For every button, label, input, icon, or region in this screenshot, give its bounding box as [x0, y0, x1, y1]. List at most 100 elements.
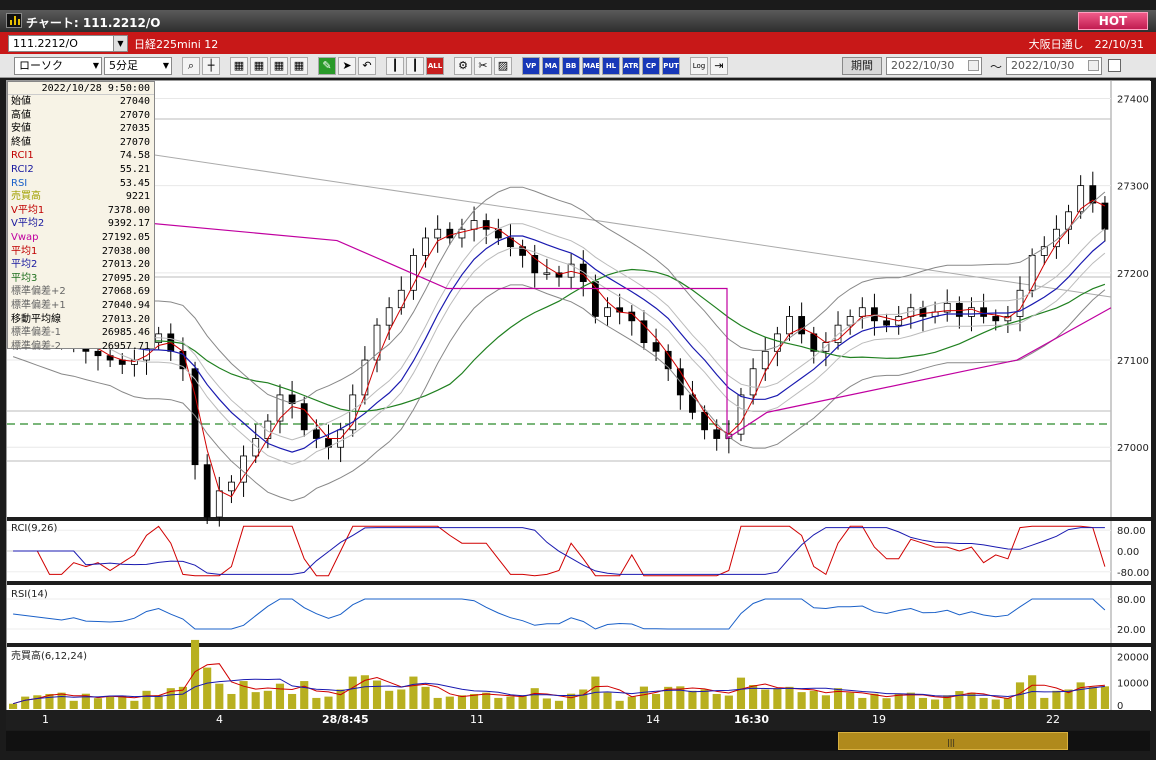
volume-bar [348, 676, 357, 709]
info-value: 53.45 [119, 177, 150, 189]
info-key: 標準偏差-2 [11, 340, 61, 352]
date-to-field[interactable]: 2022/10/30 [1006, 57, 1102, 75]
candle-body [786, 316, 793, 335]
vp-icon[interactable]: VP [522, 57, 540, 75]
ma-icon[interactable]: MA [542, 57, 560, 75]
candle-body [992, 316, 1000, 322]
volume-bar [227, 693, 236, 709]
interval-select[interactable]: 5分足 ▼ [104, 57, 172, 75]
volume-bar [785, 686, 794, 709]
volume-bar [639, 686, 648, 709]
settings-icon[interactable]: ⚙ [454, 57, 472, 75]
tool-icon[interactable]: ▦ [270, 57, 288, 75]
info-value: 26957.71 [101, 340, 150, 352]
info-value: 27038.00 [101, 245, 150, 257]
candle-icon[interactable]: ┃ [386, 57, 404, 75]
export-icon[interactable]: ⇥ [710, 57, 728, 75]
mae-icon[interactable]: MAE [582, 57, 600, 75]
undo-icon[interactable]: ↶ [358, 57, 376, 75]
volume-bar [542, 698, 551, 709]
hl-icon[interactable]: HL [602, 57, 620, 75]
crosshair-icon[interactable]: ┼ [202, 57, 220, 75]
volume-bar [1003, 698, 1012, 709]
candle-body [458, 228, 466, 239]
volume-bar [688, 690, 697, 709]
info-key: RSI [11, 177, 28, 189]
candle-icon[interactable]: ┃ [406, 57, 424, 75]
volume-bar [724, 695, 733, 709]
info-value: 9221 [125, 191, 150, 203]
volume-axis-label: 20000 [1117, 652, 1149, 663]
price-axis-label: 27000 [1117, 443, 1149, 454]
pen-icon[interactable]: ✎ [318, 57, 336, 75]
date-from-value: 2022/10/30 [891, 59, 955, 72]
cp-icon[interactable]: CP [642, 57, 660, 75]
calendar-icon[interactable] [968, 60, 979, 71]
search-icon[interactable]: ⌕ [182, 57, 200, 75]
volume-bar [506, 696, 515, 709]
toolbar: ローソク ▼ 5分足 ▼ ⌕ ┼ ▦ ▦ ▦ ▦ ✎ ➤ ↶ ┃ ┃ ALL ⚙ ✂ ▨ VP MA BB MAE HL A… [0, 54, 1156, 78]
info-value: 7378.00 [107, 204, 150, 216]
candle-body [543, 272, 551, 275]
info-key: 平均1 [11, 245, 38, 257]
volume-bar [603, 692, 612, 709]
chevron-down-icon[interactable]: ▼ [113, 36, 127, 51]
candle-body [228, 481, 235, 492]
volume-bar [1100, 686, 1109, 709]
info-row: 安値 27035 [8, 122, 154, 136]
hot-button[interactable]: HOT [1078, 12, 1148, 30]
info-key: 標準偏差-1 [11, 327, 61, 339]
chart-area[interactable]: 27400 27300 27200 27100 27000 RCI(9,26) 80.00 0… [6, 80, 1151, 711]
volume-bar [700, 689, 709, 709]
color-icon[interactable]: ▨ [494, 57, 512, 75]
info-key: Vwap [11, 231, 39, 243]
tool-icon[interactable]: ▦ [290, 57, 308, 75]
volume-bar [894, 693, 903, 709]
chart-canvas[interactable]: 27400 27300 27200 27100 27000 RCI(9,26) 80.00 0… [7, 81, 1151, 711]
volume-bar [433, 697, 442, 709]
candle-body [883, 320, 890, 326]
volume-bar [21, 696, 30, 709]
time-axis-label: 28/8:45 [322, 713, 369, 726]
date-range-checkbox[interactable] [1108, 59, 1121, 72]
info-value: 26985.46 [101, 327, 150, 339]
info-value: 27070 [119, 136, 150, 148]
candle-body [652, 342, 660, 352]
chart-scrollbar[interactable]: ||| [6, 731, 1150, 751]
session-info: 大阪日通し 22/10/31 [1028, 38, 1144, 51]
log-icon[interactable]: Log [690, 57, 708, 75]
tool-icon[interactable]: ▦ [230, 57, 248, 75]
info-row: V平均1 7378.00 [8, 204, 154, 218]
cursor-icon[interactable]: ➤ [338, 57, 356, 75]
symbol-select[interactable]: 111.2212/O ▼ [8, 35, 128, 52]
volume-bar [154, 695, 163, 709]
candle-body [397, 289, 405, 309]
scrollbar-thumb[interactable]: ||| [838, 732, 1068, 750]
rci-axis-label: -80.00 [1117, 568, 1149, 579]
put-icon[interactable]: PUT [662, 57, 680, 75]
info-row: RCI1 74.58 [8, 149, 154, 163]
volume-bar [494, 697, 503, 709]
all-icon[interactable]: ALL [426, 57, 444, 75]
candle-body [689, 394, 696, 413]
tool-icon[interactable]: ▦ [250, 57, 268, 75]
volume-bar [736, 677, 746, 709]
interval-value: 5分足 [109, 59, 138, 72]
panel-separator [7, 581, 1151, 585]
candle-body [761, 350, 769, 370]
bb-icon[interactable]: BB [562, 57, 580, 75]
symbol-bar: 111.2212/O ▼ 日経225mini 12 大阪日通し 22/10/31 [0, 32, 1156, 54]
atr-icon[interactable]: ATR [622, 57, 640, 75]
chart-type-select[interactable]: ローソク ▼ [14, 57, 102, 75]
volume-bar [215, 683, 224, 709]
info-value: 27013.20 [101, 313, 150, 325]
volume-bar [9, 703, 18, 709]
wrench-icon[interactable]: ✂ [474, 57, 492, 75]
date-from-field[interactable]: 2022/10/30 [886, 57, 982, 75]
calendar-icon[interactable] [1088, 60, 1099, 71]
info-value: 27068.69 [101, 286, 150, 298]
volume-bar [190, 639, 200, 709]
rsi-axis-label: 20.00 [1117, 625, 1146, 636]
period-button[interactable]: 期間 [842, 57, 882, 75]
info-value: 27035 [119, 123, 150, 135]
